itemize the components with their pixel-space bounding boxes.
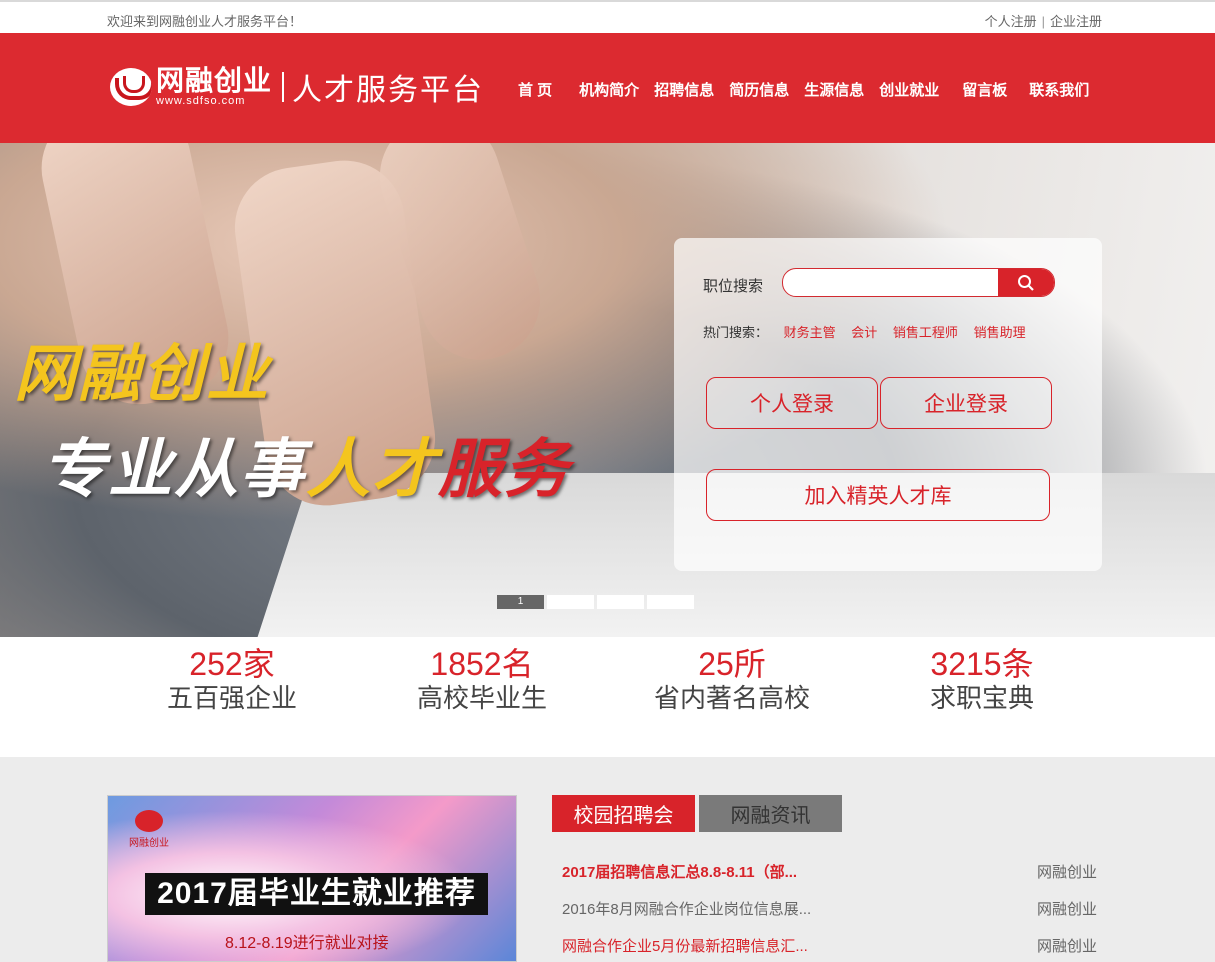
promo-subtitle: 8.12-8.19进行就业对接 [225,935,389,952]
stat-item: 25所 省内著名高校 [607,645,857,713]
hot-keyword[interactable]: 财务主管 [784,325,836,340]
register-separator: | [1041,14,1045,29]
news-title[interactable]: 网融合作企业5月份最新招聘信息汇... [562,935,808,962]
news-tabs: 校园招聘会 网融资讯 [552,795,846,832]
hot-keyword[interactable]: 销售助理 [974,325,1026,340]
stat-number: 1852名 [430,646,534,682]
promo-banner[interactable]: 网融创业 2017届毕业生就业推荐 8.12-8.19进行就业对接 [107,795,517,962]
nav-contact[interactable]: 联系我们 [1029,79,1089,100]
logo-mark-icon [135,810,163,832]
hot-searches: 热门搜索： 财务主管 会计 销售工程师 销售助理 [703,325,1026,340]
top-bar: 欢迎来到网融创业人才服务平台！ 个人注册 | 企业注册 [0,0,1215,33]
nav-startup[interactable]: 创业就业 [879,79,939,100]
news-source: 网融创业 [1036,938,1097,955]
list-item[interactable]: 网融合作企业5月份最新招聘信息汇... 网融创业 [562,935,1097,962]
stat-label: 求职宝典 [929,683,1034,713]
carousel-dot[interactable] [647,595,694,609]
search-box [782,268,1055,297]
promo-title: 2017届毕业生就业推荐 [145,873,488,915]
job-search-input[interactable] [793,269,1007,296]
stat-item: 252家 五百强企业 [107,645,357,713]
stat-number: 3215条 [930,646,1034,682]
news-title[interactable]: 2017届招聘信息汇总8.8-8.11（部... [562,861,797,898]
news-source: 网融创业 [1036,901,1097,918]
logo-url: www.sdfso.com [156,95,246,107]
logo-name: 网融创业 [156,65,273,96]
banner-tagline: 专业从事人才服务 [42,432,570,507]
stat-item: 3215条 求职宝典 [857,645,1107,713]
main-nav: 首 页 机构简介 招聘信息 简历信息 生源信息 创业就业 留言板 联系我们 [518,79,1104,100]
stat-label: 五百强企业 [166,683,297,713]
search-label: 职位搜索 [703,278,764,295]
stat-number: 25所 [698,646,766,682]
nav-students[interactable]: 生源信息 [804,79,864,100]
search-panel: 职位搜索 热门搜索： 财务主管 会计 销售工程师 销售助理 个人登录 企业登录 … [674,238,1102,571]
join-talent-pool-button[interactable]: 加入精英人才库 [706,469,1050,521]
list-item[interactable]: 2016年8月网融合作企业岗位信息展... 网融创业 [562,898,1097,935]
hot-keyword[interactable]: 销售工程师 [893,325,958,340]
promo-logo: 网融创业 [129,810,169,849]
stat-number: 252家 [189,646,275,682]
personal-register-link[interactable]: 个人注册 [985,14,1037,29]
logo-mark-icon [110,68,152,106]
register-links: 个人注册 | 企业注册 [985,11,1102,30]
site-logo[interactable]: 网融创业 www.sdfso.com 人才服务平台 [110,67,484,107]
nav-jobs[interactable]: 招聘信息 [654,79,714,100]
search-icon [1018,274,1034,291]
welcome-text: 欢迎来到网融创业人才服务平台！ [107,14,303,29]
carousel-dot[interactable]: 1 [497,595,544,609]
stat-label: 高校毕业生 [416,683,547,713]
news-title[interactable]: 2016年8月网融合作企业岗位信息展... [562,898,811,935]
nav-guestbook[interactable]: 留言板 [962,79,1007,100]
company-login-button[interactable]: 企业登录 [880,377,1052,429]
nav-about[interactable]: 机构简介 [579,79,639,100]
logo-divider [282,72,285,102]
tab-news[interactable]: 网融资讯 [699,795,842,832]
personal-login-button[interactable]: 个人登录 [706,377,878,429]
nav-home[interactable]: 首 页 [518,79,552,100]
tab-campus-recruitment[interactable]: 校园招聘会 [552,795,695,832]
carousel-dots: 1 [497,595,697,609]
stat-label: 省内著名高校 [653,683,810,713]
content-section: 网融创业 2017届毕业生就业推荐 8.12-8.19进行就业对接 校园招聘会 … [0,757,1215,962]
carousel-dot[interactable] [597,595,644,609]
search-button[interactable] [998,269,1054,296]
company-register-link[interactable]: 企业注册 [1050,14,1102,29]
news-source: 网融创业 [1036,864,1097,881]
hero-banner: 网融创业 专业从事人才服务 职位搜索 热门搜索： 财务主管 会计 销售工程师 销… [0,143,1215,637]
banner-brand: 网融创业 [14,337,271,410]
carousel-dot[interactable] [547,595,594,609]
site-header: 网融创业 www.sdfso.com 人才服务平台 首 页 机构简介 招聘信息 … [0,33,1215,143]
news-list: 2017届招聘信息汇总8.8-8.11（部... 网融创业 2016年8月网融合… [562,861,1097,962]
logo-slogan: 人才服务平台 [292,74,485,107]
stat-item: 1852名 高校毕业生 [357,645,607,713]
list-item[interactable]: 2017届招聘信息汇总8.8-8.11（部... 网融创业 [562,861,1097,898]
stats-section: 252家 五百强企业 1852名 高校毕业生 25所 省内著名高校 3215条 … [0,637,1215,757]
nav-resumes[interactable]: 简历信息 [729,79,789,100]
hot-keyword[interactable]: 会计 [851,325,877,340]
